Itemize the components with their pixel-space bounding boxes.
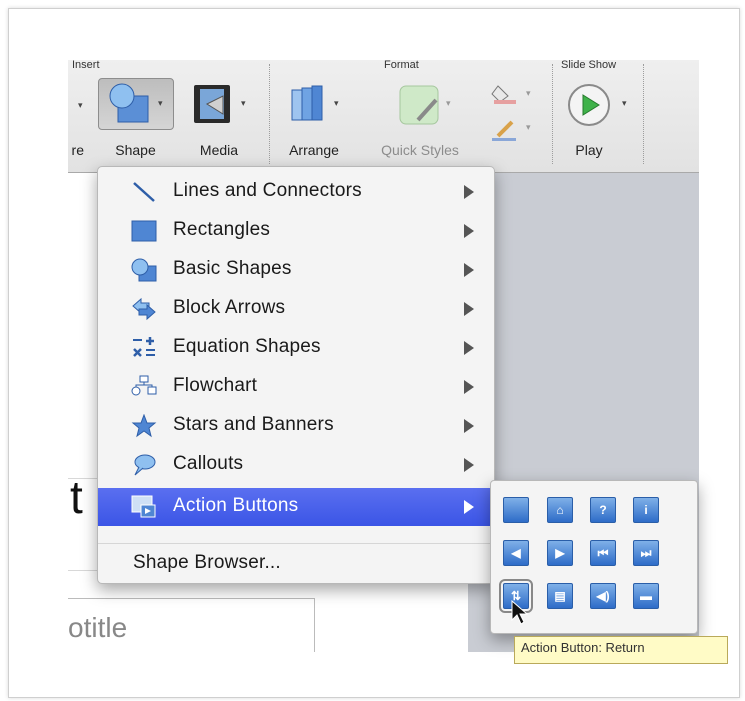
- menu-item-lines-and-connectors[interactable]: Lines and Connectors: [98, 173, 494, 211]
- submenu-arrow-icon: [464, 341, 474, 355]
- line-icon: [133, 182, 155, 202]
- block-arrows-icon: [132, 297, 156, 321]
- chevron-down-icon: ▾: [241, 98, 246, 108]
- action-button-document[interactable]: ▤: [547, 583, 573, 609]
- action-button-information[interactable]: i: [633, 497, 659, 523]
- subtitle-placeholder-text: otitle: [68, 612, 128, 643]
- chevron-down-icon: ▾: [78, 100, 83, 110]
- chevron-down-icon: ▾: [446, 98, 451, 108]
- chevron-down-icon: ▾: [526, 88, 531, 98]
- chevron-down-icon: ▾: [158, 98, 163, 108]
- rectangle-icon: [131, 220, 157, 242]
- action-buttons-icon: [131, 495, 156, 518]
- group-label-format: Format: [384, 60, 419, 71]
- action-button-custom[interactable]: [503, 497, 529, 523]
- submenu-arrow-icon: [464, 380, 474, 394]
- submenu-arrow-icon: [464, 263, 474, 277]
- menu-item-shape-browser[interactable]: Shape Browser...: [98, 545, 494, 583]
- shape-button[interactable]: ▾ Shape: [98, 78, 174, 170]
- menu-item-callouts[interactable]: Callouts: [98, 446, 494, 484]
- picture-button[interactable]: ▾ re: [68, 78, 88, 170]
- play-icon: [568, 84, 610, 126]
- arrange-icon: [291, 85, 323, 121]
- film-icon: [194, 85, 230, 123]
- basic-shapes-icon: [131, 258, 157, 282]
- quick-styles-button[interactable]: ▾ Quick Styles: [368, 78, 472, 170]
- shape-menu: Lines and Connectors Rectangles Basic Sh…: [97, 166, 495, 584]
- menu-item-flowchart[interactable]: Flowchart: [98, 368, 494, 406]
- chevron-down-icon: ▾: [622, 98, 627, 108]
- play-button[interactable]: ▾ Play: [566, 78, 638, 170]
- submenu-arrow-icon: [464, 500, 474, 514]
- tooltip: Action Button: Return: [514, 636, 728, 664]
- action-button-back[interactable]: ◀: [503, 540, 529, 566]
- mouse-cursor-icon: [511, 600, 529, 625]
- submenu-arrow-icon: [464, 419, 474, 433]
- action-button-home[interactable]: ⌂: [547, 497, 573, 523]
- action-button-forward[interactable]: ▶: [547, 540, 573, 566]
- ribbon-separator: [269, 64, 270, 164]
- ribbon-separator: [552, 64, 553, 164]
- star-icon: [131, 414, 157, 438]
- callout-icon: [134, 454, 156, 476]
- flowchart-icon: [131, 375, 157, 396]
- menu-item-action-buttons[interactable]: Action Buttons: [98, 488, 494, 526]
- menu-item-stars-and-banners[interactable]: Stars and Banners: [98, 407, 494, 445]
- menu-separator: [98, 543, 494, 544]
- menu-item-block-arrows[interactable]: Block Arrows: [98, 290, 494, 328]
- action-button-beginning[interactable]: ⏮: [590, 540, 616, 566]
- media-button[interactable]: ▾ Media: [183, 78, 255, 170]
- equation-icon: [133, 337, 155, 357]
- menu-item-equation-shapes[interactable]: Equation Shapes: [98, 329, 494, 367]
- submenu-arrow-icon: [464, 224, 474, 238]
- group-label-insert: Insert: [72, 60, 100, 71]
- menu-item-basic-shapes[interactable]: Basic Shapes: [98, 251, 494, 289]
- pencil-icon: [492, 120, 516, 141]
- paint-bucket-icon: [491, 85, 516, 104]
- submenu-arrow-icon: [464, 185, 474, 199]
- arrange-button[interactable]: ▾ Arrange: [278, 78, 350, 170]
- action-button-end[interactable]: ⏭: [633, 540, 659, 566]
- chevron-down-icon: ▾: [526, 122, 531, 132]
- submenu-arrow-icon: [464, 458, 474, 472]
- quick-styles-icon: [399, 85, 439, 125]
- action-button-movie[interactable]: ▬: [633, 583, 659, 609]
- group-label-slideshow: Slide Show: [561, 60, 617, 71]
- line-color-button[interactable]: ▾: [486, 116, 542, 156]
- ribbon: Insert Format Slide Show ▾ re ▾ Shape ▾ …: [68, 60, 699, 173]
- chevron-down-icon: ▾: [334, 98, 339, 108]
- shape-icon: [109, 83, 149, 123]
- ribbon-separator: [643, 64, 644, 164]
- submenu-arrow-icon: [464, 302, 474, 316]
- menu-item-rectangles[interactable]: Rectangles: [98, 212, 494, 250]
- action-button-help[interactable]: ?: [590, 497, 616, 523]
- slide-title-text: t: [70, 471, 83, 523]
- action-button-sound[interactable]: ◀): [590, 583, 616, 609]
